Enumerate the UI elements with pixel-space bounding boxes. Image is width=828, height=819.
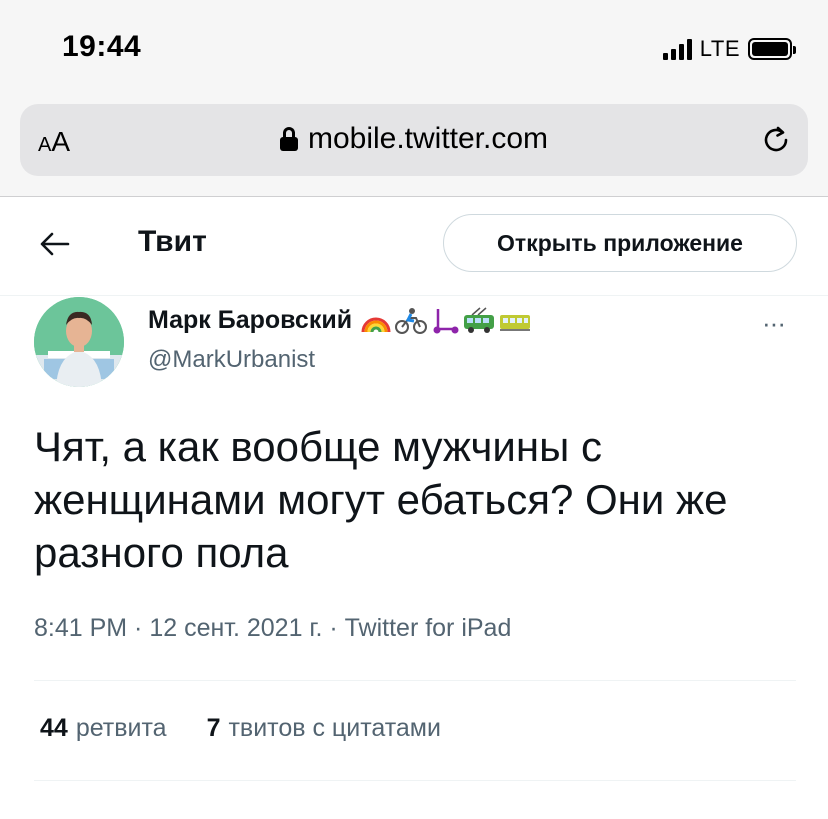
open-app-button[interactable]: Открыть приложение xyxy=(443,214,797,272)
trolleybus-icon xyxy=(464,306,495,333)
page-title: Твит xyxy=(138,225,207,258)
more-options-icon[interactable]: ··· xyxy=(762,308,786,339)
divider xyxy=(34,680,796,681)
cyclist-icon xyxy=(395,307,428,334)
signal-icon xyxy=(662,38,692,60)
author-name[interactable]: Марк Баровский xyxy=(148,306,532,335)
author-handle[interactable]: @MarkUrbanist xyxy=(148,346,315,374)
address-bar[interactable]: AA mobile.twitter.com xyxy=(20,104,808,176)
avatar[interactable] xyxy=(34,297,124,387)
lock-icon xyxy=(279,127,298,151)
retweets-stat[interactable]: 44 ретвита xyxy=(40,714,167,743)
tweet-stats: 44 ретвита 7 твитов с цитатами xyxy=(40,714,441,743)
reload-icon[interactable] xyxy=(760,124,792,156)
author-emojis xyxy=(360,306,532,335)
avatar-image xyxy=(34,297,124,387)
tweet-meta[interactable]: 8:41 PM · 12 сент. 2021 г. · Twitter for… xyxy=(34,614,511,643)
status-time: 19:44 xyxy=(62,30,142,63)
author-name-text: Марк Баровский xyxy=(148,306,353,334)
url-text[interactable]: mobile.twitter.com xyxy=(308,122,548,156)
tweet-text: Чят, а как вообще мужчины с женщинами мо… xyxy=(34,423,728,576)
scooter-icon xyxy=(433,308,459,333)
rainbow-icon xyxy=(361,317,391,332)
browser-chrome: 19:44 LTE AA mobile.twitter.com xyxy=(0,0,828,197)
quotes-stat[interactable]: 7 твитов с цитатами xyxy=(207,714,441,743)
tweet-page-header: Твит Открыть приложение xyxy=(0,197,828,296)
divider xyxy=(34,780,796,781)
network-label: LTE xyxy=(699,36,740,61)
tram-car-icon xyxy=(500,314,531,331)
arrow-left-icon[interactable] xyxy=(38,227,72,261)
status-indicators: LTE xyxy=(662,34,796,64)
battery-icon xyxy=(748,38,796,60)
